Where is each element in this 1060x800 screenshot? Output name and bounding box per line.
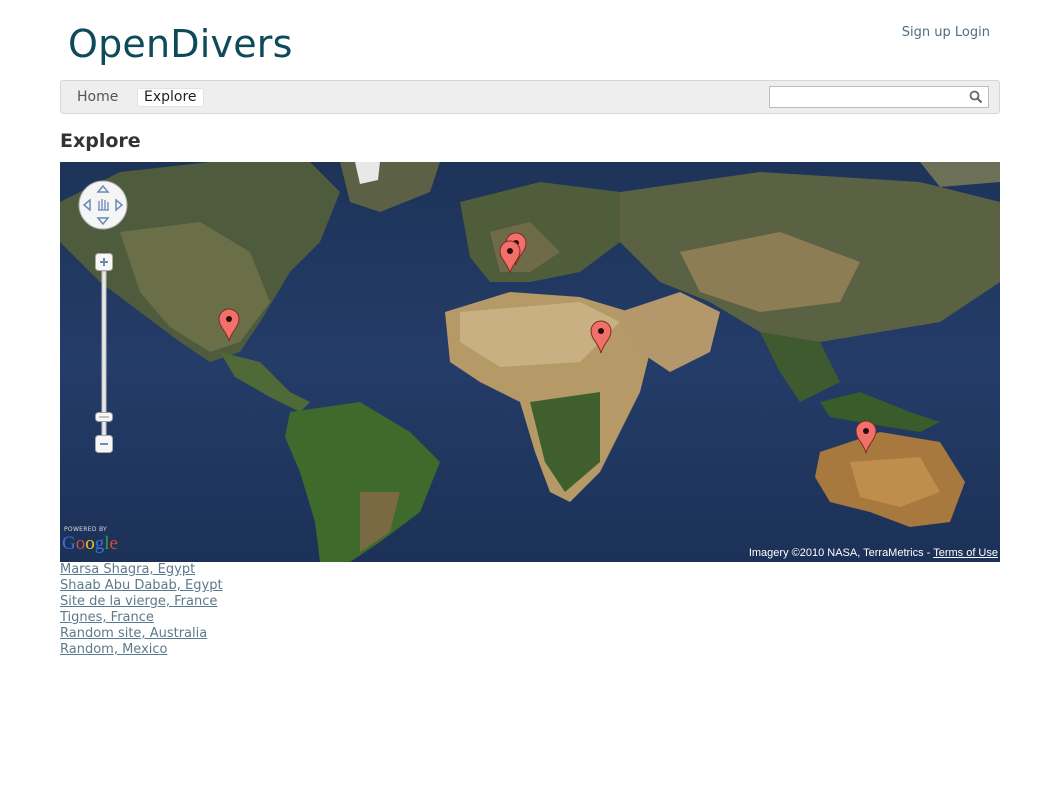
auth-links: Sign up Login (902, 25, 990, 40)
site-logo[interactable]: OpenDivers (68, 22, 293, 66)
site-link[interactable]: Random site, Australia (60, 626, 207, 641)
site-link[interactable]: Random, Mexico (60, 642, 167, 657)
world-map[interactable]: POWERED BY Google Imagery ©2010 NASA, Te… (60, 162, 1000, 562)
marker-random-australia[interactable] (854, 420, 878, 454)
search-input[interactable] (774, 88, 968, 108)
google-logo[interactable]: POWERED BY Google (62, 526, 126, 556)
marker-random-mexico[interactable] (217, 308, 241, 342)
zoom-control (93, 251, 115, 461)
zoom-in-button[interactable] (95, 253, 113, 271)
terms-of-use-link[interactable]: Terms of Use (933, 547, 998, 559)
zoom-slider-handle[interactable] (95, 407, 113, 422)
google-wordmark: Google (62, 533, 118, 554)
nav-home[interactable]: Home (77, 89, 118, 105)
attribution-text: Imagery ©2010 NASA, TerraMetrics - (748, 547, 934, 559)
site-link[interactable]: Shaab Abu Dabab, Egypt (60, 578, 223, 593)
list-item: Shaab Abu Dabab, Egypt (60, 578, 223, 594)
map-attribution: Imagery ©2010 NASA, TerraMetrics - Terms… (749, 547, 998, 559)
list-item: Tignes, France (60, 610, 223, 626)
dive-site-list: Marsa Shagra, Egypt Shaab Abu Dabab, Egy… (60, 562, 223, 658)
marker-marsa-shagra[interactable] (589, 320, 613, 354)
zoom-out-button[interactable] (95, 435, 113, 453)
list-item: Site de la vierge, France (60, 594, 223, 610)
site-link[interactable]: Marsa Shagra, Egypt (60, 562, 195, 577)
main-navbar: Home Explore (60, 80, 1000, 114)
signup-link[interactable]: Sign up (902, 25, 951, 40)
page-title: Explore (60, 130, 141, 152)
site-link[interactable]: Tignes, France (60, 610, 154, 625)
list-item: Random, Mexico (60, 642, 223, 658)
site-link[interactable]: Site de la vierge, France (60, 594, 217, 609)
pan-control[interactable] (78, 180, 128, 230)
search-icon[interactable] (968, 89, 984, 105)
satellite-imagery (60, 162, 1000, 562)
login-link[interactable]: Login (955, 25, 990, 40)
marker-tignes[interactable] (498, 240, 522, 274)
search-box (769, 86, 989, 108)
list-item: Random site, Australia (60, 626, 223, 642)
powered-by-label: POWERED BY (64, 526, 108, 533)
list-item: Marsa Shagra, Egypt (60, 562, 223, 578)
nav-explore[interactable]: Explore (137, 88, 204, 107)
